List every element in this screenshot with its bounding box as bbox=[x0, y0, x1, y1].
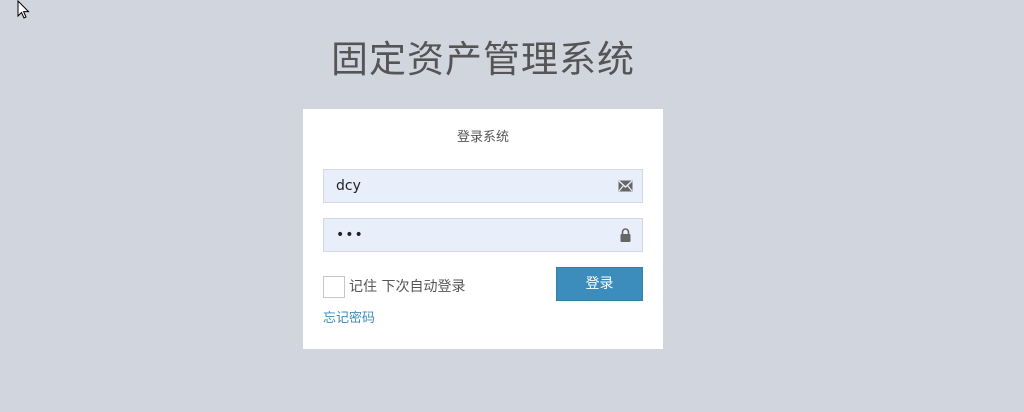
remember-me-checkbox[interactable] bbox=[323, 276, 345, 298]
remember-me-label[interactable]: 记住 下次自动登录 bbox=[349, 277, 465, 297]
username-input[interactable]: dcy bbox=[336, 170, 361, 202]
password-input[interactable]: ••• bbox=[336, 219, 364, 251]
lock-icon bbox=[620, 228, 631, 242]
password-field[interactable]: ••• bbox=[323, 218, 643, 252]
forgot-password-link[interactable]: 忘记密码 bbox=[323, 309, 375, 329]
app-title: 固定资产管理系统 bbox=[331, 38, 635, 81]
envelope-icon bbox=[618, 180, 633, 192]
login-panel: 登录系统 dcy ••• 记住 下次自动登录 登录 忘记密码 bbox=[303, 109, 663, 349]
login-button[interactable]: 登录 bbox=[556, 267, 643, 301]
mouse-cursor-icon bbox=[17, 0, 30, 19]
username-field[interactable]: dcy bbox=[323, 169, 643, 203]
panel-heading: 登录系统 bbox=[456, 130, 509, 145]
